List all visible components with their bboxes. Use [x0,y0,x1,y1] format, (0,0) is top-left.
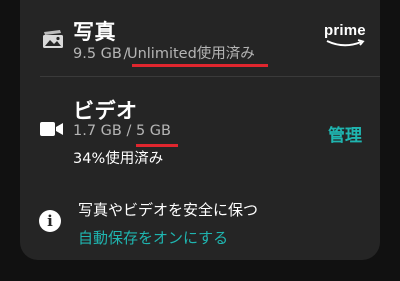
auto-save-link[interactable]: 自動保存をオンにする [78,227,228,248]
storage-card: 写真 9.5 GB / Unlimited使用済み prime ビデオ 1.7 … [20,0,380,260]
videos-usage: 1.7 GB / 5 GB [73,123,171,139]
info-text: 写真やビデオを安全に保つ [78,201,259,219]
video-camera-icon [40,122,63,136]
videos-percent-used: 34%使用済み [73,151,164,167]
prime-smile-icon [326,39,365,47]
photo-icon [43,30,63,48]
photos-highlight-underline [132,64,268,67]
photos-used: 9.5 GB [73,46,122,62]
row-divider [40,76,380,77]
videos-used: 1.7 GB [73,123,122,139]
prime-badge: prime [324,22,366,39]
info-icon: i [39,210,61,232]
videos-capacity: 5 GB [135,123,171,139]
photos-usage: 9.5 GB / Unlimited使用済み [73,42,255,63]
photos-capacity: Unlimited使用済み [126,46,255,62]
videos-title: ビデオ [73,99,138,123]
videos-separator: / [121,123,136,139]
manage-button[interactable]: 管理 [328,121,362,146]
